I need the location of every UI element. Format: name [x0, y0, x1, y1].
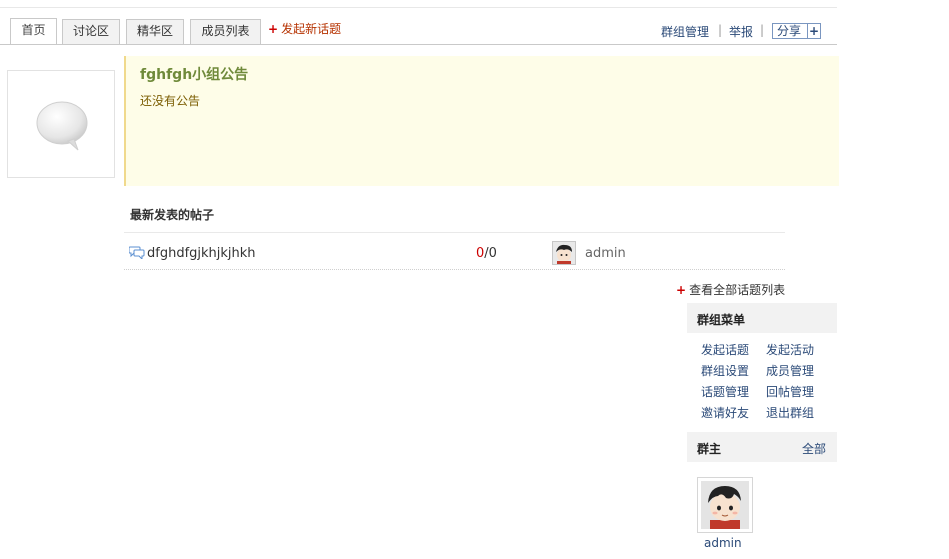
share-button[interactable]: 分享 + — [772, 23, 821, 39]
new-topic-label: 发起新话题 — [281, 22, 342, 36]
plus-icon: + — [807, 24, 820, 38]
tab-home[interactable]: 首页 — [10, 18, 57, 45]
posts-divider — [124, 232, 785, 233]
menu-member-management[interactable]: 成员管理 — [766, 362, 814, 379]
view-count: 0 — [488, 246, 497, 261]
owner-header: 群主 全部 — [687, 432, 837, 462]
menu-start-event[interactable]: 发起活动 — [766, 341, 814, 358]
tab-bar-divider — [0, 44, 837, 45]
menu-group-settings[interactable]: 群组设置 — [701, 362, 749, 379]
menu-invite-friends[interactable]: 邀请好友 — [701, 404, 749, 421]
post-row-divider — [124, 269, 785, 270]
announcement-title: fghfgh小组公告 — [140, 67, 249, 83]
tab-featured[interactable]: 精华区 — [126, 19, 184, 44]
menu-leave-group[interactable]: 退出群组 — [766, 404, 814, 421]
link-separator: | — [718, 23, 723, 37]
tab-members[interactable]: 成员列表 — [190, 19, 261, 44]
share-label: 分享 — [777, 24, 802, 38]
post-title-link[interactable]: dfghdfgjkhjkjhkh — [147, 246, 256, 261]
group-menu-header: 群组菜单 — [687, 303, 837, 333]
announcement-text: 还没有公告 — [140, 94, 201, 108]
menu-start-topic[interactable]: 发起话题 — [701, 341, 749, 358]
topic-icon — [128, 245, 145, 262]
group-avatar — [7, 70, 115, 178]
speech-bubble-icon — [36, 101, 88, 151]
post-author-avatar[interactable] — [552, 241, 576, 265]
plus-icon: + — [268, 22, 279, 36]
group-menu-title: 群组菜单 — [697, 313, 746, 327]
owner-title: 群主 — [697, 442, 722, 456]
link-separator: | — [760, 23, 765, 37]
view-all-topics-link[interactable]: + 查看全部话题列表 — [676, 281, 785, 298]
menu-topic-management[interactable]: 话题管理 — [701, 383, 749, 400]
tab-discussion[interactable]: 讨论区 — [62, 19, 120, 44]
new-topic-link[interactable]: + 发起新话题 — [268, 20, 341, 37]
owner-avatar[interactable] — [697, 477, 753, 533]
report-link[interactable]: 举报 — [729, 23, 753, 40]
view-all-label: 查看全部话题列表 — [689, 283, 786, 297]
menu-reply-management[interactable]: 回帖管理 — [766, 383, 814, 400]
latest-posts-title: 最新发表的帖子 — [130, 208, 215, 222]
owner-all-link[interactable]: 全部 — [802, 440, 826, 457]
group-manage-link[interactable]: 群组管理 — [661, 23, 709, 40]
plus-icon: + — [676, 283, 687, 297]
owner-name-link[interactable]: admin — [704, 536, 742, 550]
top-divider — [0, 7, 837, 8]
post-count: 0/0 — [476, 246, 497, 261]
post-author-link[interactable]: admin — [585, 246, 626, 261]
